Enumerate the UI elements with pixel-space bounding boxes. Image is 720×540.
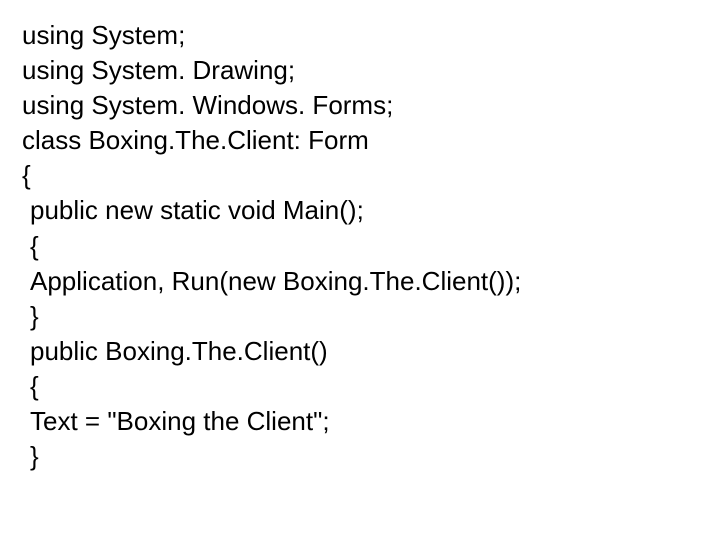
code-line: {: [22, 158, 698, 193]
code-line: Application, Run(new Boxing.The.Client()…: [22, 264, 698, 299]
code-line: using System. Drawing;: [22, 53, 698, 88]
code-line: {: [22, 229, 698, 264]
code-line: }: [22, 299, 698, 334]
code-line: Text = "Boxing the Client";: [22, 404, 698, 439]
code-line: }: [22, 439, 698, 474]
code-line: using System;: [22, 18, 698, 53]
code-line: class Boxing.The.Client: Form: [22, 123, 698, 158]
code-line: using System. Windows. Forms;: [22, 88, 698, 123]
code-line: public Boxing.The.Client(): [22, 334, 698, 369]
code-line: {: [22, 369, 698, 404]
code-line: public new static void Main();: [22, 193, 698, 228]
code-block: using System; using System. Drawing; usi…: [22, 18, 698, 474]
